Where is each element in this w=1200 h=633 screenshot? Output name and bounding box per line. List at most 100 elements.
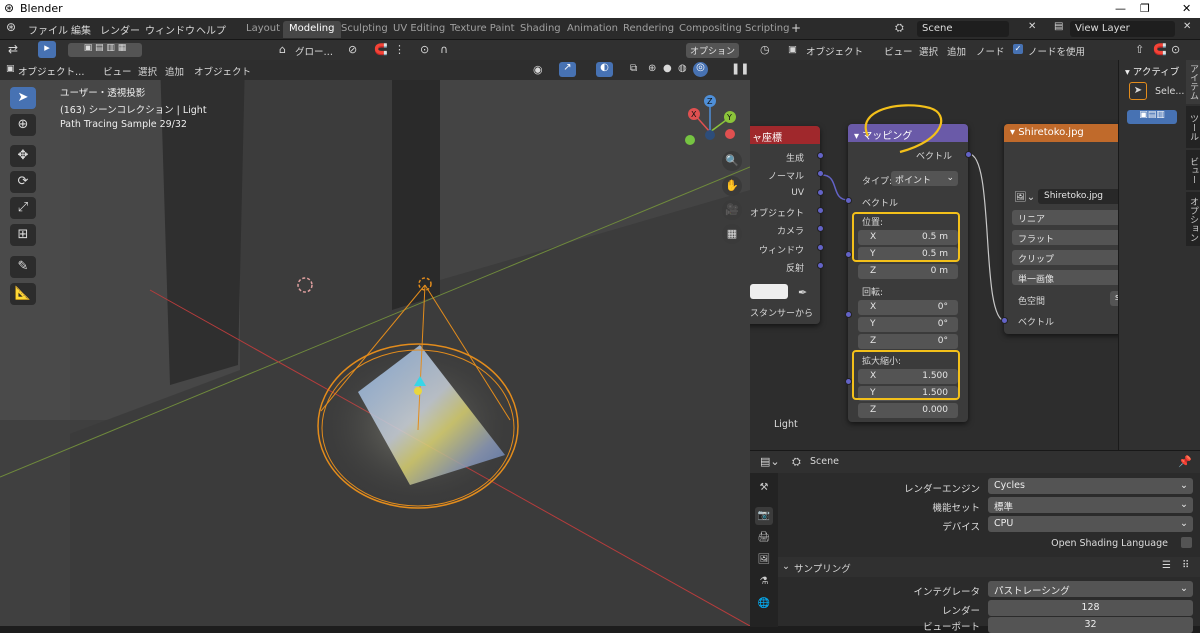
snap-icon[interactable]: 🧲 bbox=[374, 43, 388, 56]
image-browse-icon[interactable]: 🖼⌄ bbox=[1014, 192, 1035, 203]
osl-checkbox[interactable] bbox=[1181, 537, 1192, 548]
select-tool-icon[interactable]: ➤ bbox=[1129, 82, 1147, 100]
mapping-rotation-socket[interactable] bbox=[845, 311, 852, 318]
view-layer-close-icon[interactable]: ✕ bbox=[1183, 21, 1191, 32]
tab-scripting[interactable]: Scripting bbox=[739, 21, 795, 38]
menu-render[interactable]: レンダー bbox=[100, 22, 140, 37]
menu-window[interactable]: ウィンドウ bbox=[145, 22, 195, 37]
sidebar-tab-view[interactable]: ビュー bbox=[1186, 150, 1200, 190]
pause-render-icon[interactable]: ❚❚ bbox=[731, 62, 749, 75]
gizmo-toggle-icon[interactable]: ↗ bbox=[559, 62, 576, 77]
tab-rendering[interactable]: Rendering bbox=[617, 21, 680, 38]
node-editor[interactable]: ャ座標 生成 ノーマル UV オブジェクト カメラ ウィンドウ 反射 ✒ スタン… bbox=[750, 40, 1118, 450]
menu-add[interactable]: 追加 bbox=[165, 64, 184, 78]
projection-dropdown[interactable]: フラット bbox=[1012, 230, 1118, 245]
node-menu-node[interactable]: ノード bbox=[976, 44, 1005, 58]
image-name-field[interactable]: Shiretoko.jpg bbox=[1038, 189, 1118, 204]
socket-normal[interactable] bbox=[817, 170, 824, 177]
ortho-grid-icon[interactable]: ▦ bbox=[722, 224, 742, 244]
snap-node-icon[interactable]: 🧲 bbox=[1153, 43, 1167, 56]
colorspace-dropdown[interactable]: s bbox=[1110, 291, 1118, 306]
render-engine-dropdown[interactable]: Cycles ⌄ bbox=[988, 478, 1193, 494]
move-tool-icon[interactable]: ✥ bbox=[10, 145, 36, 167]
eyedropper-icon[interactable]: ✒ bbox=[798, 286, 807, 299]
menu-object[interactable]: オブジェクト bbox=[194, 64, 251, 78]
scale-z-field[interactable]: Z 0.000 bbox=[858, 403, 958, 418]
pivot-point-icon[interactable]: ⊘ bbox=[348, 43, 357, 56]
socket-object[interactable] bbox=[817, 207, 824, 214]
view-layer-selector[interactable]: View Layer bbox=[1070, 21, 1175, 37]
source-dropdown[interactable]: 単一画像 bbox=[1012, 270, 1118, 285]
viewport-options-menu[interactable]: オプション bbox=[686, 43, 740, 58]
scene-properties-icon[interactable]: ⚗ bbox=[755, 573, 773, 591]
world-properties-icon[interactable]: 🌐 bbox=[755, 595, 773, 613]
mapping-vector-output-socket[interactable] bbox=[965, 151, 972, 158]
output-properties-icon[interactable]: 🖨 bbox=[755, 529, 773, 547]
editor-type-icon[interactable]: ◷ bbox=[760, 43, 770, 56]
selection-mode-icons[interactable]: ▣ ▤ ▥ ▦ bbox=[68, 43, 142, 57]
mapping-type-dropdown[interactable]: ポイント ⌄ bbox=[891, 171, 958, 186]
texture-coordinate-node[interactable]: ャ座標 生成 ノーマル UV オブジェクト カメラ ウィンドウ 反射 ✒ スタン… bbox=[750, 126, 820, 324]
object-picker-field[interactable] bbox=[750, 284, 788, 299]
tab-sculpting[interactable]: Sculpting bbox=[335, 21, 394, 38]
wireframe-shading-icon[interactable]: ⊕ bbox=[648, 63, 656, 74]
menu-edit[interactable]: 編集 bbox=[71, 22, 91, 37]
camera-view-icon[interactable]: 🎥 bbox=[722, 200, 742, 220]
zoom-icon[interactable]: 🔍 bbox=[722, 151, 742, 171]
close-button[interactable]: ✕ bbox=[1182, 2, 1191, 15]
global-orientation-menu[interactable]: グロー… bbox=[295, 44, 333, 58]
blender-menu-icon[interactable]: ⊛ bbox=[6, 20, 16, 34]
object-mode-menu[interactable]: オブジェクト… bbox=[18, 64, 85, 78]
socket-window[interactable] bbox=[817, 244, 824, 251]
render-samples-field[interactable]: 128 bbox=[988, 600, 1193, 616]
rotate-tool-icon[interactable]: ⟳ bbox=[10, 171, 36, 193]
shader-type-menu[interactable]: オブジェクト bbox=[806, 44, 863, 58]
extension-dropdown[interactable]: クリップ bbox=[1012, 250, 1118, 265]
sidebar-tab-options[interactable]: オプション bbox=[1186, 192, 1200, 246]
socket-reflection[interactable] bbox=[817, 262, 824, 269]
node-menu-add[interactable]: 追加 bbox=[947, 44, 966, 58]
pivot-icon[interactable]: ⌂ bbox=[279, 43, 286, 56]
annotate-tool-icon[interactable]: ✎ bbox=[10, 256, 36, 278]
location-z-field[interactable]: Z 0 m bbox=[858, 264, 958, 279]
sampling-panel-header[interactable]: ⌄ サンプリング ☰ ⠿ bbox=[778, 557, 1200, 577]
material-shading-icon[interactable]: ◍ bbox=[678, 63, 687, 74]
transform-tool-icon[interactable]: ⊞ bbox=[10, 224, 36, 246]
integrator-dropdown[interactable]: パストレーシング ⌄ bbox=[988, 581, 1193, 597]
solid-shading-icon[interactable]: ● bbox=[663, 63, 672, 74]
socket-camera[interactable] bbox=[817, 225, 824, 232]
snap-target-icon[interactable]: ⋮ bbox=[394, 43, 405, 56]
falloff-icon[interactable]: ∩ bbox=[440, 43, 448, 56]
tab-texture-paint[interactable]: Texture Paint bbox=[444, 21, 521, 38]
tab-modeling[interactable]: Modeling bbox=[283, 21, 341, 38]
pan-hand-icon[interactable]: ✋ bbox=[722, 176, 742, 196]
cursor-tool-icon[interactable]: ⊕ bbox=[10, 114, 36, 136]
menu-view[interactable]: ビュー bbox=[103, 64, 132, 78]
drag-handle-icon[interactable]: ⠿ bbox=[1182, 560, 1189, 571]
socket-uv[interactable] bbox=[817, 189, 824, 196]
sidebar-tab-item[interactable]: アイテム bbox=[1186, 60, 1200, 104]
minimize-button[interactable]: — bbox=[1115, 2, 1126, 15]
shader-type-icon[interactable]: ▣ bbox=[788, 44, 797, 55]
tool-properties-icon[interactable]: ⚒ bbox=[755, 479, 773, 497]
mapping-vector-input-socket[interactable] bbox=[845, 197, 852, 204]
image-vector-input-socket[interactable] bbox=[1001, 317, 1008, 324]
parent-node-icon[interactable]: ⇧ bbox=[1135, 43, 1144, 56]
mapping-scale-socket[interactable] bbox=[845, 378, 852, 385]
rendered-shading-icon[interactable]: ◎ bbox=[693, 62, 708, 77]
select-mode-icons[interactable]: ▣▤▥ bbox=[1127, 110, 1177, 124]
transform-orientation-icon[interactable]: ⇄ bbox=[8, 42, 18, 56]
menu-help[interactable]: ヘルプ bbox=[196, 22, 226, 37]
overlay-toggle-icon[interactable]: ◐ bbox=[596, 62, 613, 77]
view-layer-properties-icon[interactable]: 🖼 bbox=[755, 551, 773, 569]
interpolation-dropdown[interactable]: リニア bbox=[1012, 210, 1118, 225]
visibility-icon[interactable]: ◉ bbox=[533, 63, 543, 76]
rotation-x-field[interactable]: X 0° bbox=[858, 300, 958, 315]
select-box-tool-icon[interactable]: ▸ bbox=[38, 41, 56, 58]
measure-tool-icon[interactable]: 📐 bbox=[10, 283, 36, 305]
xray-icon[interactable]: ⧉ bbox=[630, 63, 637, 74]
overlay-node-icon[interactable]: ⊙ bbox=[1171, 43, 1180, 56]
scene-close-icon[interactable]: ✕ bbox=[1028, 21, 1036, 32]
properties-editor-type-icon[interactable]: ▤⌄ bbox=[760, 455, 780, 468]
use-nodes-checkbox[interactable]: ✓ bbox=[1013, 44, 1023, 54]
